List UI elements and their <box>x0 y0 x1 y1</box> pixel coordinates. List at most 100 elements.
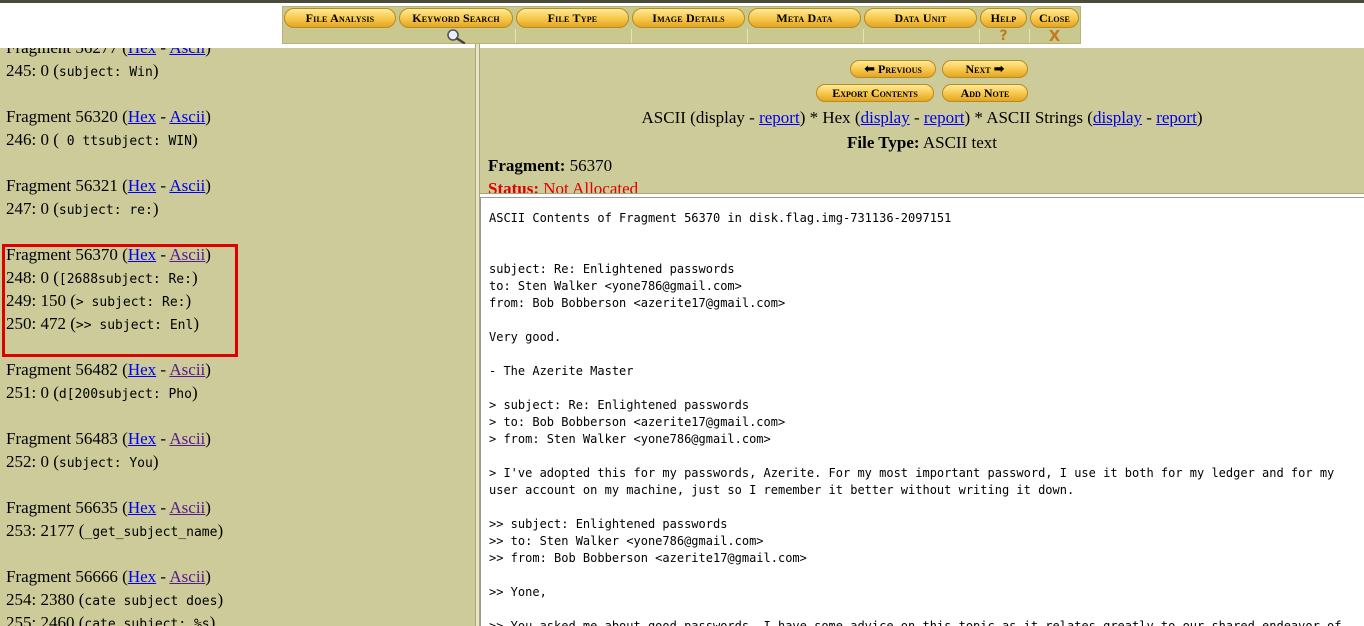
hit-snippet: > subject: Re: <box>75 295 186 310</box>
hex-link[interactable]: Hex <box>128 107 156 126</box>
next-button[interactable]: Next ➡ <box>942 60 1028 78</box>
fragment-title: Fragment 56666 <box>6 567 118 586</box>
hit-snippet: d[200subject: Pho <box>58 387 192 402</box>
fragment-title: Fragment 56482 <box>6 360 118 379</box>
hex-link[interactable]: Hex <box>128 360 156 379</box>
hex-link[interactable]: Hex <box>128 567 156 586</box>
keyword-search-button[interactable]: Keyword Search <box>399 8 513 28</box>
file-type-value: ASCII text <box>919 133 997 152</box>
fragment-entry: Fragment 56321 (Hex - Ascii) 247: 0 (subj… <box>6 174 466 243</box>
fragment-hit: 250: 472 (>> subject: Enl) <box>6 314 199 333</box>
ascii-link[interactable]: Ascii <box>169 245 205 264</box>
fragment-entry: Fragment 56635 (Hex - Ascii) 253: 2177 (_… <box>6 496 466 565</box>
hit-offset: 245: 0 <box>6 61 49 80</box>
fragment-title: Fragment 56321 <box>6 176 118 195</box>
fragment-value: 56370 <box>565 156 613 175</box>
top-bar: File Analysis Keyword Search File Type I… <box>0 0 1364 45</box>
meta-data-button[interactable]: Meta Data <box>748 8 861 28</box>
data-unit-button[interactable]: Data Unit <box>864 8 977 28</box>
arrow-left-icon: ⬅ <box>864 61 876 77</box>
strings-report-link[interactable]: report <box>1156 108 1197 127</box>
export-contents-button[interactable]: Export Contents <box>816 84 934 102</box>
strings-display-link[interactable]: display <box>1093 108 1142 127</box>
hit-offset: 250: 472 <box>6 314 66 333</box>
hit-snippet: subject: You <box>58 456 153 471</box>
ascii-link[interactable]: Ascii <box>169 107 205 126</box>
ascii-link[interactable]: Ascii <box>169 498 205 517</box>
fragment-title: Fragment 56277 <box>6 44 118 57</box>
arrow-right-icon: ➡ <box>993 61 1005 77</box>
fragment-hit: 252: 0 (subject: You) <box>6 452 159 471</box>
status-line: Status: Not Allocated <box>488 179 638 193</box>
hex-link[interactable]: Hex <box>128 176 156 195</box>
fragment-heading: Fragment 56482 (Hex - Ascii) <box>6 360 211 379</box>
ascii-link[interactable]: Ascii <box>169 48 205 57</box>
fragment-label: Fragment: <box>488 156 566 175</box>
hit-offset: 249: 150 <box>6 291 66 310</box>
fragment-entry: Fragment 56483 (Hex - Ascii) 252: 0 (subj… <box>6 427 466 496</box>
fragment-header: ⬅ Previous Next ➡ Export Contents Add No… <box>480 48 1364 193</box>
fragment-hit: 248: 0 ([2688subject: Re:) <box>6 268 198 287</box>
fragment-list-panel[interactable]: Fragment 56277 (Hex - Ascii) 245: 0 (subj… <box>0 44 475 626</box>
hex-display-link[interactable]: display <box>861 108 910 127</box>
fragment-line: Fragment: 56370 <box>488 156 612 176</box>
fragment-heading: Fragment 56321 (Hex - Ascii) <box>6 176 211 195</box>
fragment-heading: Fragment 56370 (Hex - Ascii) <box>6 245 211 264</box>
ascii-contents: ASCII Contents of Fragment 56370 in disk… <box>489 211 1342 626</box>
close-button[interactable]: Close <box>1030 8 1079 28</box>
fragment-heading: Fragment 56635 (Hex - Ascii) <box>6 498 211 517</box>
search-icon[interactable] <box>443 28 469 44</box>
file-type-label: File Type: <box>846 133 920 152</box>
fragment-entry: Fragment 56666 (Hex - Ascii) 254: 2380 (c… <box>6 565 466 626</box>
fragment-hit: 254: 2380 (cate subject does) <box>6 590 224 609</box>
file-analysis-button[interactable]: File Analysis <box>284 8 396 28</box>
hit-snippet: [2688subject: Re: <box>58 272 192 287</box>
fragment-title: Fragment 56320 <box>6 107 118 126</box>
hit-offset: 251: 0 <box>6 383 49 402</box>
previous-button[interactable]: ⬅ Previous <box>850 60 936 78</box>
hex-report-link[interactable]: report <box>924 108 965 127</box>
help-question-icon[interactable]: ? <box>980 28 1027 44</box>
fragment-list: Fragment 56277 (Hex - Ascii) 245: 0 (subj… <box>6 44 466 626</box>
add-note-button[interactable]: Add Note <box>942 84 1028 102</box>
fragment-entry: Fragment 56370 (Hex - Ascii) 248: 0 ([268… <box>6 243 466 358</box>
hit-snippet: subject: re: <box>58 203 153 218</box>
hex-link[interactable]: Hex <box>128 498 156 517</box>
hit-offset: 253: 2177 <box>6 521 75 540</box>
hit-offset: 248: 0 <box>6 268 49 287</box>
hex-link[interactable]: Hex <box>128 429 156 448</box>
status-label: Status: <box>488 179 540 193</box>
fragment-title: Fragment 56370 <box>6 245 118 264</box>
ascii-link[interactable]: Ascii <box>169 360 205 379</box>
hit-offset: 252: 0 <box>6 452 49 471</box>
fragment-hit: 253: 2177 (_get_subject_name) <box>6 521 224 540</box>
ascii-link[interactable]: Ascii <box>169 567 205 586</box>
fragment-hit: 246: 0 ( 0 ttsubject: WIN) <box>6 130 198 149</box>
fragment-heading: Fragment 56320 (Hex - Ascii) <box>6 107 211 126</box>
hex-link[interactable]: Hex <box>128 48 156 57</box>
image-details-button[interactable]: Image Details <box>632 8 745 28</box>
fragment-title: Fragment 56483 <box>6 429 118 448</box>
fragment-entry: Fragment 56277 (Hex - Ascii) 245: 0 (subj… <box>6 44 466 105</box>
ascii-report-link[interactable]: report <box>759 108 800 127</box>
hit-snippet: _get_subject_name <box>84 525 218 540</box>
hit-offset: 246: 0 <box>6 130 49 149</box>
file-type-line: File Type: ASCII text <box>480 133 1364 153</box>
view-options: ASCII (display - report) * Hex (display … <box>641 108 1203 127</box>
fragment-heading: Fragment 56277 (Hex - Ascii) <box>6 44 466 59</box>
hit-snippet: cate subject does <box>84 594 218 609</box>
ascii-link[interactable]: Ascii <box>169 176 205 195</box>
fragment-hit: 245: 0 (subject: Win) <box>6 61 159 80</box>
fragment-entry: Fragment 56482 (Hex - Ascii) 251: 0 (d[20… <box>6 358 466 427</box>
fragment-title: Fragment 56635 <box>6 498 118 517</box>
close-x-icon[interactable]: X <box>1030 27 1079 45</box>
help-button[interactable]: Help <box>980 8 1027 28</box>
file-type-button[interactable]: File Type <box>516 8 629 28</box>
hex-link[interactable]: Hex <box>128 245 156 264</box>
fragment-contents-panel[interactable]: ASCII Contents of Fragment 56370 in disk… <box>480 198 1364 626</box>
hit-snippet: 0 ttsubject: WIN <box>58 134 192 149</box>
hit-offset: 254: 2380 <box>6 590 75 609</box>
ascii-link[interactable]: Ascii <box>169 429 205 448</box>
fragment-hit: 247: 0 (subject: re:) <box>6 199 159 218</box>
hit-snippet: subject: Win <box>58 65 153 80</box>
